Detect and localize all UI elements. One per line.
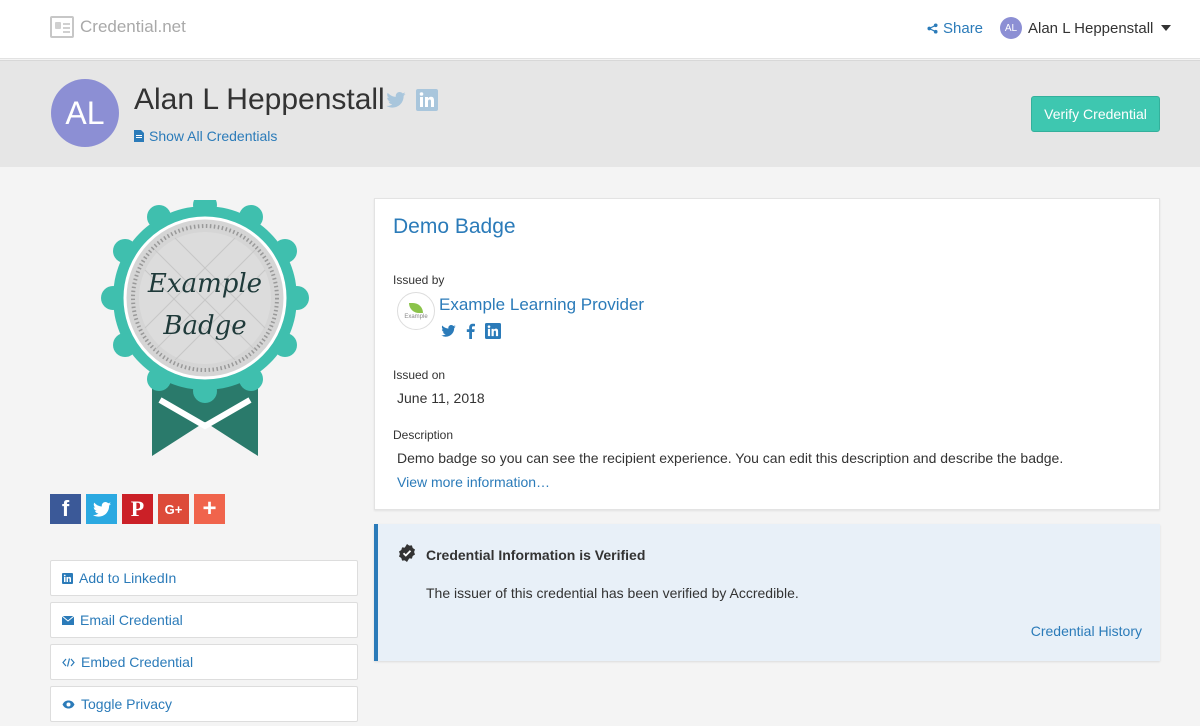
share-icon xyxy=(927,23,938,34)
avatar: AL xyxy=(1000,17,1022,39)
verification-text: The issuer of this credential has been v… xyxy=(426,585,799,601)
add-to-linkedin-label: Add to LinkedIn xyxy=(79,570,177,586)
credential-details-card: Demo Badge Issued by Example Example Lea… xyxy=(374,198,1160,510)
show-all-label: Show All Credentials xyxy=(149,128,278,144)
description-text: Demo badge so you can see the recipient … xyxy=(397,450,1064,466)
twitter-glyph xyxy=(92,501,111,517)
twitter-icon[interactable] xyxy=(86,494,117,524)
facebook-glyph: f xyxy=(61,496,70,521)
view-more-link[interactable]: View more information… xyxy=(397,474,550,490)
facebook-icon[interactable] xyxy=(466,323,475,339)
twitter-icon[interactable] xyxy=(386,92,406,108)
profile-social-links xyxy=(386,89,438,111)
verification-title: Credential Information is Verified xyxy=(426,547,646,563)
profile-avatar: AL xyxy=(51,79,119,147)
toggle-privacy-label: Toggle Privacy xyxy=(81,696,173,712)
pinterest-glyph: P xyxy=(130,496,145,521)
facebook-icon[interactable]: f xyxy=(50,494,81,524)
google-plus-glyph: G+ xyxy=(164,501,183,517)
linkedin-icon xyxy=(62,572,73,584)
issuer-logo: Example xyxy=(397,292,435,330)
eye-icon xyxy=(62,700,75,708)
embed-credential-label: Embed Credential xyxy=(81,654,194,670)
email-credential-label: Email Credential xyxy=(80,612,183,628)
issued-on-date: June 11, 2018 xyxy=(397,390,485,406)
credential-title: Demo Badge xyxy=(393,215,516,238)
code-icon xyxy=(62,657,75,667)
add-more-icon[interactable]: + xyxy=(194,494,225,524)
linkedin-icon[interactable] xyxy=(416,89,438,111)
share-icons-row: f P G+ + xyxy=(50,494,225,524)
add-to-linkedin-button[interactable]: Add to LinkedIn xyxy=(50,560,358,596)
profile-header: AL Alan L Heppenstall Show All Credentia… xyxy=(0,60,1200,167)
verified-check-icon xyxy=(399,544,415,562)
leaf-icon xyxy=(409,302,423,313)
issuer-social-links xyxy=(441,323,501,339)
share-button[interactable]: Share xyxy=(927,20,983,37)
issued-on-label: Issued on xyxy=(393,368,446,382)
share-label: Share xyxy=(943,20,984,37)
brand-link[interactable]: Credential.net xyxy=(50,16,186,38)
credential-history-link[interactable]: Credential History xyxy=(1031,623,1142,639)
user-menu-dropdown[interactable]: AL Alan L Heppenstall xyxy=(1000,17,1172,39)
add-more-glyph: + xyxy=(202,495,217,522)
verify-credential-button[interactable]: Verify Credential xyxy=(1031,96,1160,132)
show-all-credentials-link[interactable]: Show All Credentials xyxy=(134,128,277,144)
twitter-icon[interactable] xyxy=(441,325,456,337)
page-title: Alan L Heppenstall xyxy=(134,83,385,116)
document-icon xyxy=(134,130,144,142)
badge-line1: Example xyxy=(147,269,262,299)
email-credential-button[interactable]: Email Credential xyxy=(50,602,358,638)
brand-name: Credential.net xyxy=(80,17,186,36)
verification-panel: Credential Information is Verified The i… xyxy=(374,524,1160,661)
description-label: Description xyxy=(393,428,454,442)
toggle-privacy-button[interactable]: Toggle Privacy xyxy=(50,686,358,722)
badge-image: Example Badge xyxy=(100,193,310,460)
user-name: Alan L Heppenstall xyxy=(1028,19,1154,37)
issuer-logo-text: Example xyxy=(404,313,428,320)
badge-line2: Badge xyxy=(162,311,246,341)
pinterest-icon[interactable]: P xyxy=(122,494,153,524)
envelope-icon xyxy=(62,615,74,625)
chevron-down-icon xyxy=(1161,25,1172,31)
linkedin-icon[interactable] xyxy=(485,323,501,339)
top-navbar: Credential.net Share AL Alan L Heppensta… xyxy=(0,0,1200,59)
issued-by-label: Issued by xyxy=(393,273,445,287)
google-plus-icon[interactable]: G+ xyxy=(158,494,189,524)
certificate-icon xyxy=(50,16,74,38)
issuer-name-link[interactable]: Example Learning Provider xyxy=(439,295,644,315)
embed-credential-button[interactable]: Embed Credential xyxy=(50,644,358,680)
